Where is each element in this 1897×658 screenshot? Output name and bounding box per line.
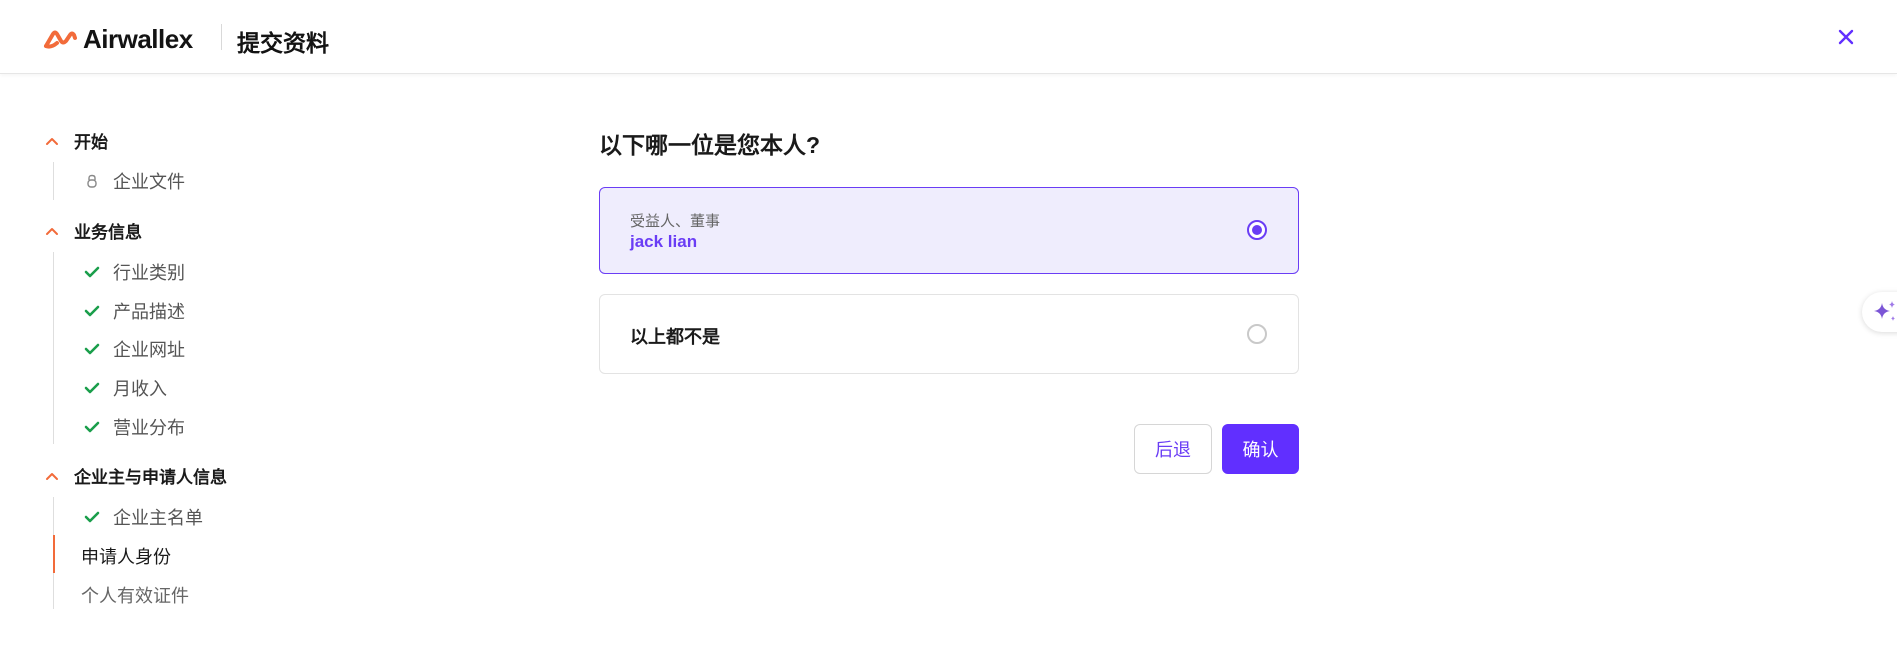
check-icon — [83, 418, 101, 436]
sidebar-item-owner-list[interactable]: 企业主名单 — [83, 504, 203, 530]
check-icon — [83, 302, 101, 320]
section-label: 企业主与申请人信息 — [74, 468, 227, 487]
option-label: 以上都不是 — [630, 327, 720, 347]
option-role: 受益人、董事 — [630, 213, 721, 230]
progress-sidebar: 开始 企业文件 业务信息 行业类别 产品描述 企业网址 月收入 营业分布 企业主… — [0, 74, 540, 658]
ai-assistant-button[interactable] — [1862, 292, 1897, 332]
option-jack-lian[interactable]: 受益人、董事 jack lian — [599, 187, 1299, 274]
check-icon — [83, 263, 101, 281]
option-name: jack lian — [630, 232, 698, 251]
check-icon — [83, 379, 101, 397]
check-icon — [83, 340, 101, 358]
option-none-of-above[interactable]: 以上都不是 — [599, 294, 1299, 374]
radio-unselected[interactable] — [1247, 324, 1267, 344]
radio-dot — [1252, 225, 1262, 235]
sidebar-item-label: 企业网址 — [113, 340, 185, 360]
sidebar-item-label: 月收入 — [113, 379, 167, 399]
sidebar-item-industry[interactable]: 行业类别 — [83, 259, 185, 285]
top-bar: Airwallex 提交资料 — [0, 0, 1897, 74]
confirm-button[interactable]: 确认 — [1222, 424, 1299, 474]
back-button[interactable]: 后退 — [1134, 424, 1212, 474]
header-divider — [221, 24, 222, 50]
lock-icon — [83, 172, 101, 190]
section-label: 开始 — [74, 133, 108, 152]
sidebar-item-label: 行业类别 — [113, 263, 185, 283]
sidebar-item-label: 营业分布 — [113, 418, 185, 438]
sidebar-item-personal-id[interactable]: 个人有效证件 — [81, 582, 189, 608]
question-heading: 以下哪一位是您本人? — [599, 132, 821, 158]
chevron-up-icon — [46, 472, 58, 480]
sidebar-item-applicant-identity[interactable]: 申请人身份 — [81, 543, 171, 569]
section-line — [53, 162, 54, 200]
section-label: 业务信息 — [74, 223, 142, 242]
sidebar-item-business-distribution[interactable]: 营业分布 — [83, 414, 185, 440]
close-icon — [1838, 29, 1854, 45]
sidebar-item-label: 产品描述 — [113, 302, 185, 322]
sidebar-item-monthly-revenue[interactable]: 月收入 — [83, 375, 167, 401]
chevron-up-icon — [46, 137, 58, 145]
section-business-info[interactable]: 业务信息 — [44, 218, 142, 243]
sidebar-item-website[interactable]: 企业网址 — [83, 336, 185, 362]
page-title: 提交资料 — [237, 30, 329, 56]
section-start[interactable]: 开始 — [44, 128, 108, 153]
sidebar-item-label: 企业主名单 — [113, 508, 203, 528]
section-owners-applicant[interactable]: 企业主与申请人信息 — [44, 463, 227, 488]
check-icon — [83, 508, 101, 526]
section-line — [53, 252, 54, 444]
radio-selected[interactable] — [1247, 220, 1267, 240]
sidebar-item-product-desc[interactable]: 产品描述 — [83, 298, 185, 324]
current-step-indicator — [53, 535, 55, 573]
chevron-up-icon — [46, 227, 58, 235]
sidebar-item-company-docs[interactable]: 企业文件 — [83, 168, 185, 194]
close-button[interactable] — [1832, 23, 1860, 51]
brand-name: Airwallex — [83, 24, 193, 54]
airwallex-logo-icon — [44, 30, 77, 49]
airwallex-logo: Airwallex — [43, 24, 193, 55]
sparkle-icon — [1874, 301, 1895, 321]
sidebar-item-label: 企业文件 — [113, 172, 185, 192]
